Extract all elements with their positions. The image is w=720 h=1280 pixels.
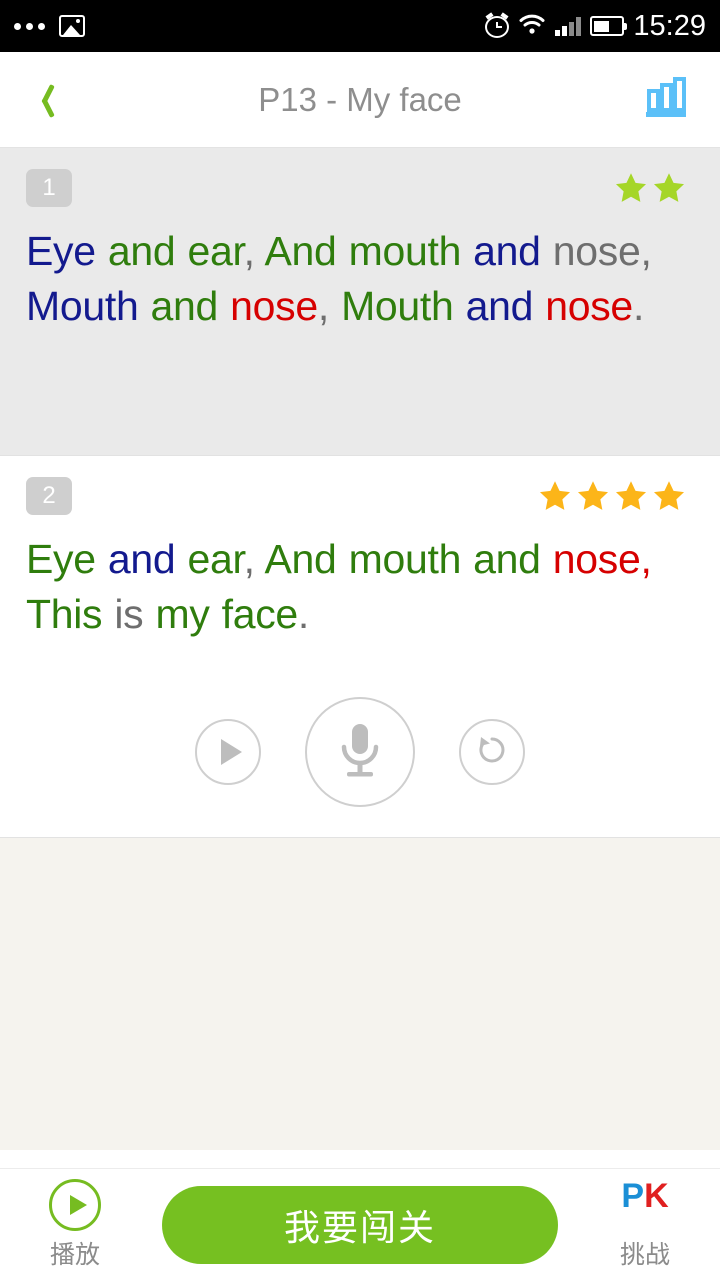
word: Eye — [26, 228, 96, 274]
word: ear — [187, 536, 244, 582]
photo-icon — [59, 15, 85, 37]
word: ear — [187, 228, 244, 274]
word: . — [632, 282, 645, 329]
signal-bars-icon — [555, 16, 582, 36]
star-rating — [538, 479, 694, 513]
word: nose — [552, 228, 641, 274]
start-challenge-label: 我要闯关 — [283, 1206, 436, 1248]
word: Mouth — [341, 282, 466, 329]
word: This — [26, 590, 115, 637]
sentence-index-badge: 1 — [26, 169, 72, 207]
start-challenge-button[interactable]: 我要闯关 — [162, 1185, 558, 1264]
word: Mouth — [26, 282, 151, 329]
word: is — [114, 590, 156, 637]
page-title: P13 - My face — [258, 80, 462, 118]
app-screen: 15:29 P13 - My face 1 Eye and ear, And m… — [0, 0, 720, 1280]
status-bar-right: 15:29 — [485, 10, 706, 43]
pk-challenge-label: 挑战 — [619, 1240, 670, 1269]
play-audio-label: 播放 — [49, 1240, 100, 1269]
replay-button[interactable] — [459, 719, 525, 786]
star-icon — [615, 481, 647, 510]
play-audio-button[interactable]: 播放 — [0, 1178, 150, 1271]
word: And mouth — [264, 228, 474, 274]
status-bar: 15:29 — [0, 0, 720, 52]
bottom-action-bar: 播放 我要闯关 PK 挑战 — [0, 1168, 720, 1280]
sentence-card-header: 2 — [26, 474, 694, 518]
word: , — [640, 228, 652, 274]
word: my face — [155, 590, 298, 637]
pk-icon: PK — [621, 1179, 668, 1231]
sentence-text: Eye and ear, And mouth and nose, Mouth a… — [26, 210, 694, 333]
star-rating — [614, 171, 694, 205]
word: , — [317, 282, 342, 329]
sentence-index-badge: 2 — [26, 477, 72, 515]
sentence-card-header: 1 — [26, 166, 694, 210]
word: and — [465, 282, 546, 329]
battery-icon — [590, 16, 628, 36]
sentence-card[interactable]: 1 Eye and ear, And mouth and nose, Mouth… — [0, 148, 720, 455]
star-icon — [539, 481, 571, 510]
star-icon — [653, 481, 685, 510]
replay-icon — [475, 733, 509, 772]
star-icon — [653, 173, 685, 202]
word: nose — [552, 536, 641, 582]
word: , — [243, 536, 265, 582]
word: , — [640, 536, 652, 582]
record-button[interactable] — [305, 697, 415, 808]
word: . — [297, 590, 310, 637]
record-controls — [0, 667, 720, 838]
pk-icon-k: K — [644, 1176, 669, 1215]
word: nose — [230, 282, 318, 329]
word: , — [243, 228, 265, 274]
bar-chart-icon — [643, 76, 689, 124]
pk-challenge-button[interactable]: PK 挑战 — [570, 1179, 720, 1271]
sentence-text: Eye and ear, And mouth and nose, This is… — [26, 518, 694, 641]
word: nose — [545, 282, 633, 329]
app-header: P13 - My face — [0, 52, 720, 148]
content-filler-panel — [0, 837, 720, 1151]
word: and — [107, 536, 188, 582]
play-circle-icon — [49, 1178, 101, 1231]
word: Eye — [26, 536, 108, 582]
play-button[interactable] — [195, 719, 261, 786]
word: And mouth and — [264, 536, 553, 582]
wifi-icon — [518, 13, 546, 40]
star-icon — [615, 173, 647, 202]
alarm-clock-icon — [485, 12, 510, 38]
play-icon — [220, 739, 242, 766]
statistics-button[interactable] — [630, 52, 702, 148]
microphone-icon — [331, 718, 389, 787]
word: and — [150, 282, 231, 329]
sentence-card[interactable]: 2 Eye and ear, And mouth and nose, This … — [0, 456, 720, 668]
more-dots-icon — [14, 22, 45, 30]
status-bar-left — [14, 15, 85, 37]
status-bar-clock: 15:29 — [633, 9, 706, 42]
word: and — [95, 228, 188, 274]
word: and — [473, 228, 553, 274]
pk-icon-p: P — [621, 1176, 645, 1215]
star-icon — [577, 481, 609, 510]
